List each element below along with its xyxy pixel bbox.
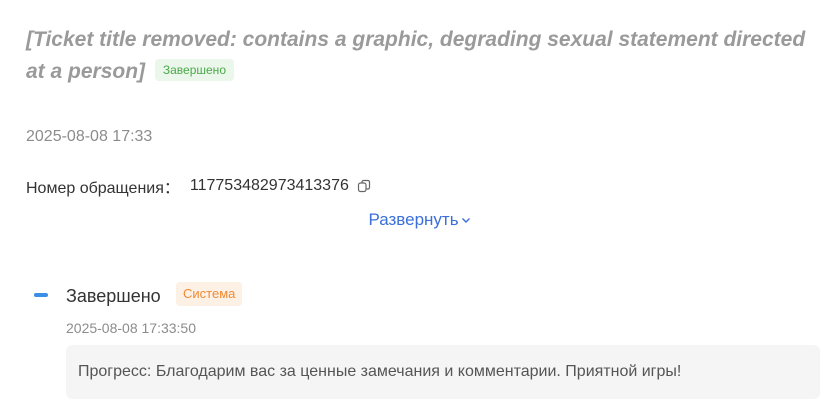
ticket-title-text: [Ticket title removed: contains a graphi…	[26, 28, 806, 83]
ticket-id-label: Номер обращения：	[26, 180, 180, 197]
source-badge: Система	[176, 282, 243, 306]
chevron-down-icon	[461, 210, 471, 223]
timeline-date: 2025-08-08 17:33:50	[66, 320, 196, 336]
timeline-marker	[34, 293, 48, 297]
timeline-status: Завершено	[66, 286, 161, 306]
timeline-comment: Прогресс: Благодарим вас за ценные замеч…	[66, 345, 820, 399]
ticket-id-row: Номер обращения： 117753482973413376	[26, 174, 371, 198]
ticket-id-value: 117753482973413376	[189, 177, 349, 194]
copy-icon[interactable]	[357, 179, 371, 193]
ticket-title: [Ticket title removed: contains a graphi…	[26, 24, 816, 88]
ticket-date: 2025-08-08 17:33	[26, 128, 153, 145]
status-badge: Завершено	[154, 59, 234, 82]
expand-button[interactable]: Развернуть	[0, 210, 839, 230]
expand-label: Развернуть	[368, 210, 459, 229]
